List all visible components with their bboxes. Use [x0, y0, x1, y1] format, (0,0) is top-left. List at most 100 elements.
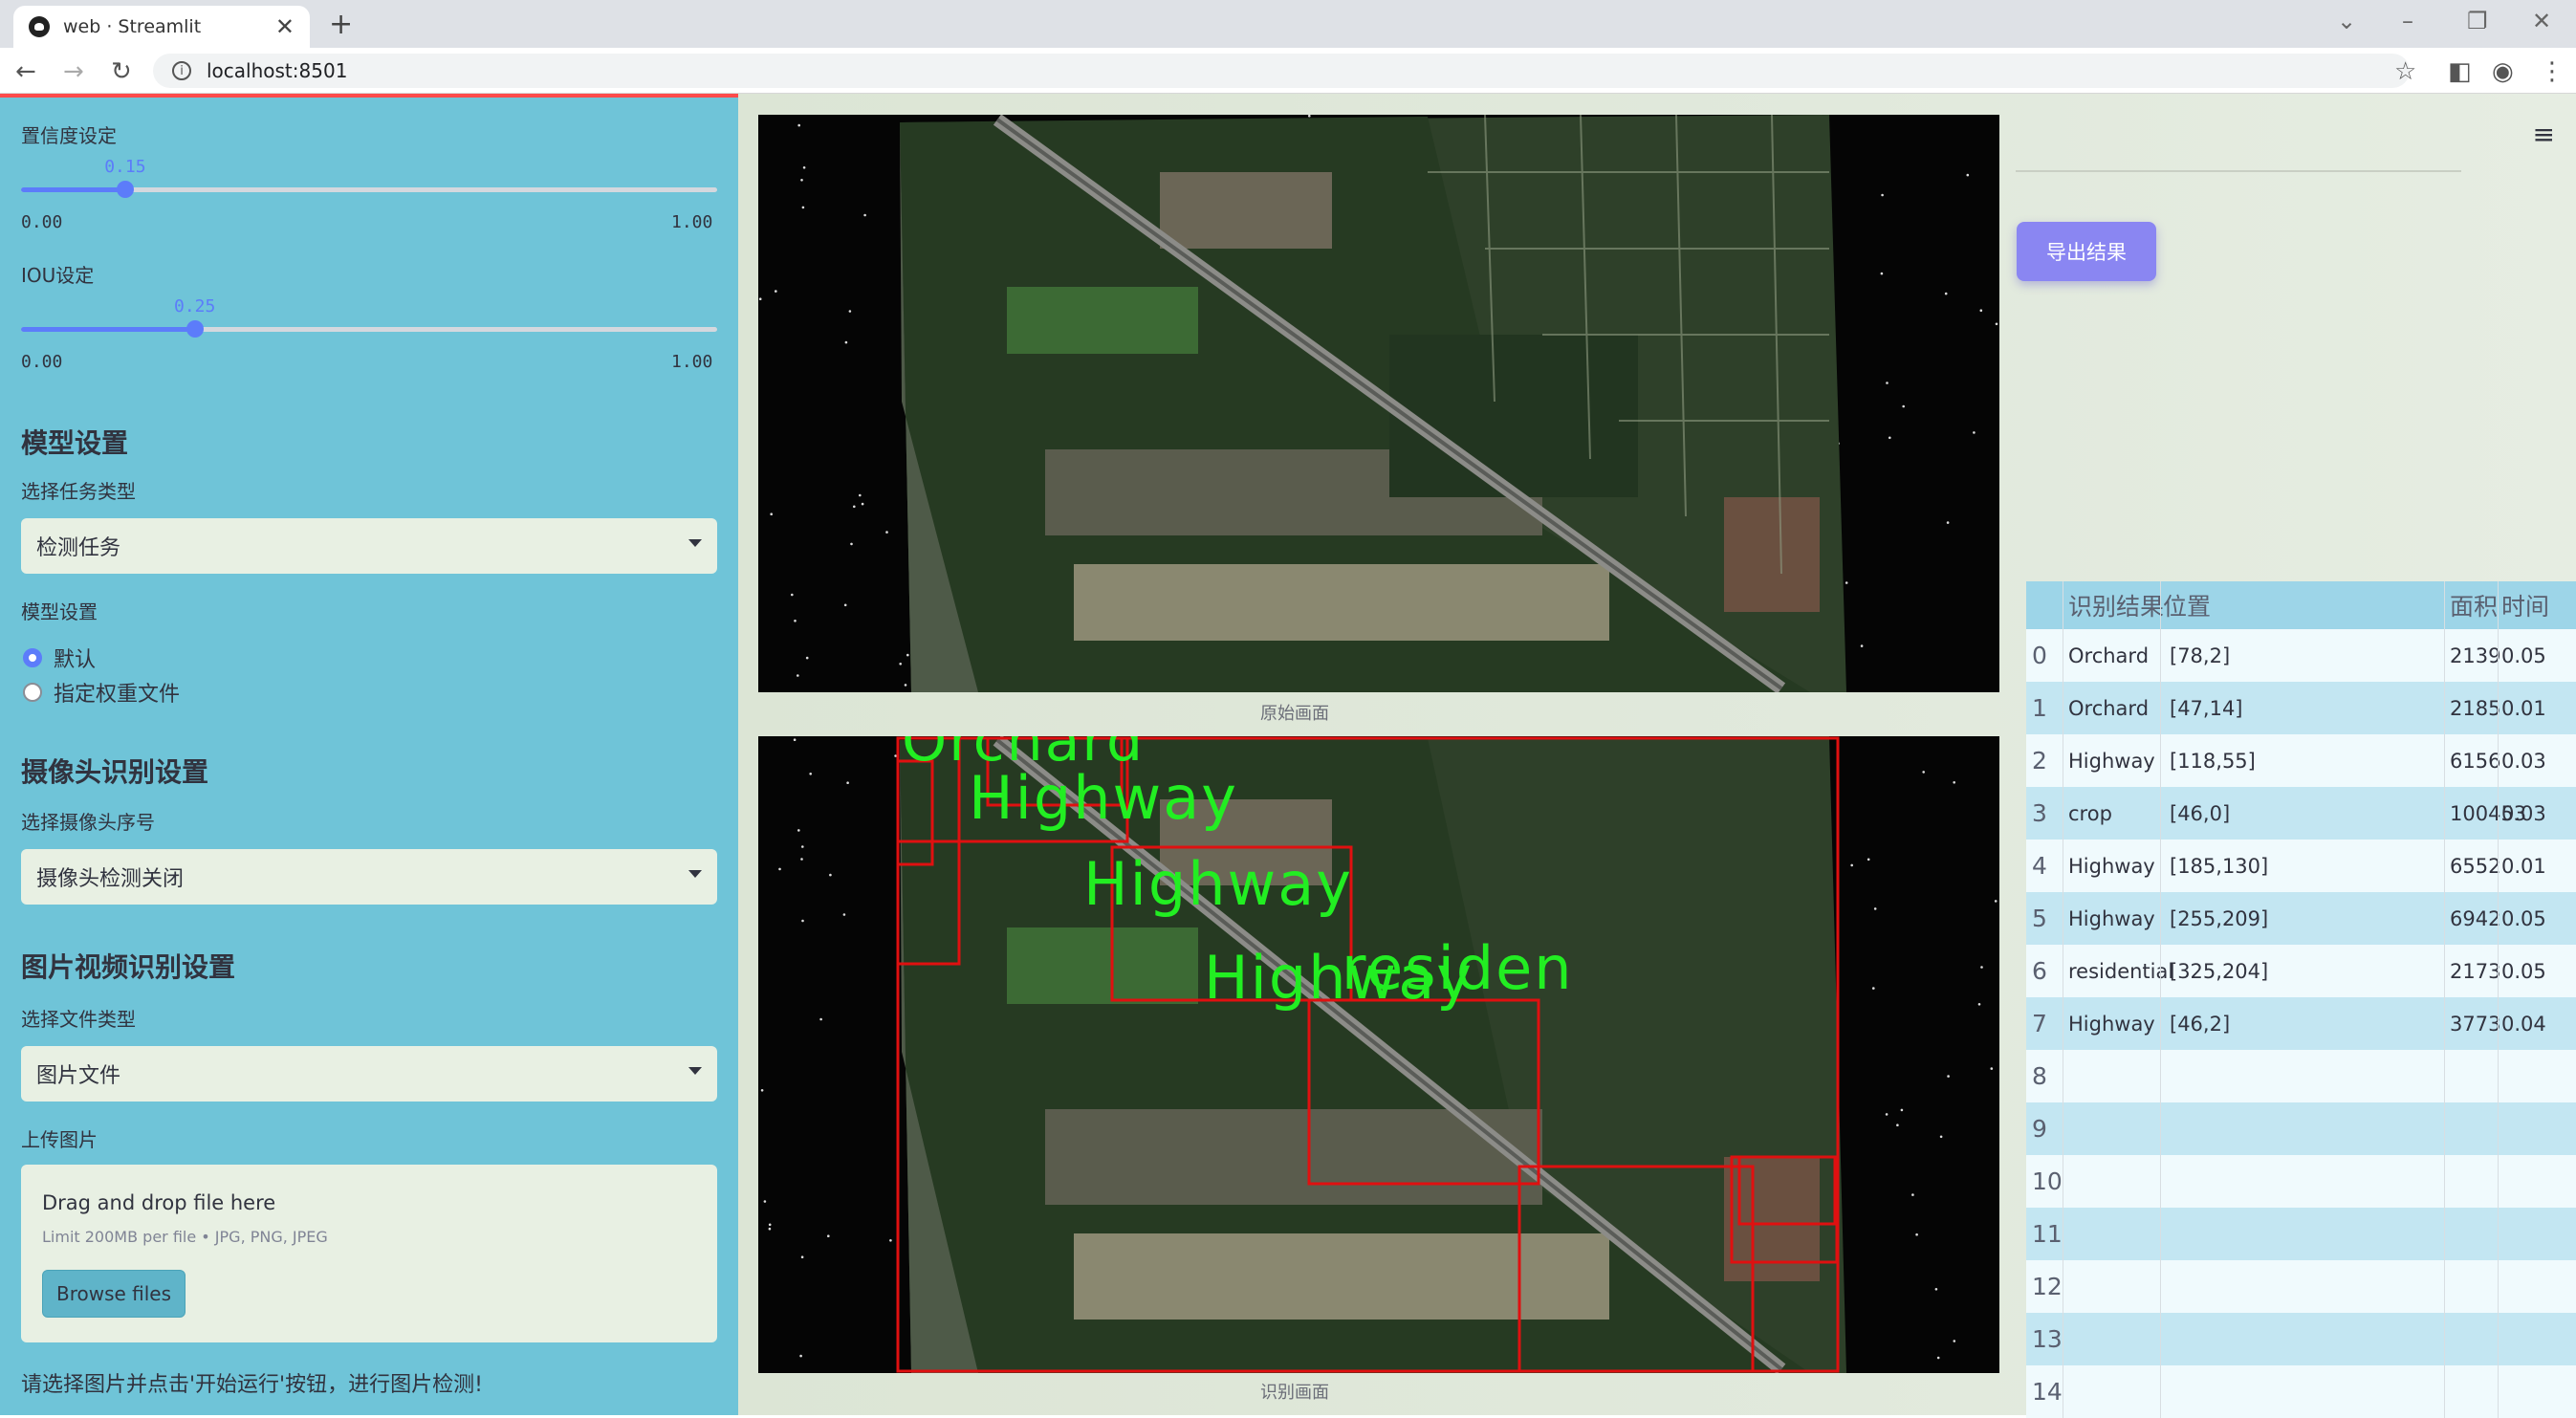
row-area: 2139	[2450, 644, 2501, 667]
row-area: 2173	[2450, 959, 2501, 983]
table-header: 识别结果 位置 面积 时间	[2026, 581, 2576, 629]
row-index: 9	[2032, 1115, 2047, 1143]
confidence-max: 1.00	[671, 212, 713, 232]
row-index: 1	[2032, 694, 2047, 722]
sidepanel-icon[interactable]: ◧	[2448, 57, 2472, 86]
results-table[interactable]: 识别结果 位置 面积 时间 0 Orchard [78,2] 2139 0.05 1 Orc…	[2026, 581, 2576, 1418]
more-icon[interactable]: ⋮	[2540, 57, 2565, 86]
column-separator	[2444, 581, 2445, 1418]
table-row[interactable]: 6 residential [325,204] 2173 0.05	[2026, 945, 2576, 997]
browser-tab[interactable]: web · Streamlit ✕	[13, 6, 310, 48]
file-type-select[interactable]: 图片文件	[21, 1046, 717, 1102]
header-time[interactable]: 时间	[2501, 588, 2549, 622]
media-section-title: 图片视频识别设置	[21, 951, 236, 983]
profile-icon[interactable]: ◉	[2492, 57, 2514, 86]
instruction-message: 请选择图片并点击'开始运行'按钮，进行图片检测!	[21, 1373, 483, 1397]
table-row[interactable]: 9	[2026, 1102, 2576, 1155]
row-index: 4	[2032, 852, 2047, 880]
confidence-slider-thumb[interactable]	[117, 181, 135, 198]
row-result: Highway	[2068, 749, 2155, 773]
camera-index-label: 选择摄像头序号	[21, 811, 155, 834]
table-row[interactable]: 7 Highway [46,2] 3773 0.04	[2026, 997, 2576, 1050]
detection-caption: 识别画面	[1260, 1383, 1329, 1403]
row-result: Highway	[2068, 854, 2155, 878]
row-area: 6942	[2450, 906, 2501, 930]
table-row[interactable]: 0 Orchard [78,2] 2139 0.05	[2026, 629, 2576, 682]
row-index: 2	[2032, 747, 2047, 774]
new-tab-icon[interactable]: +	[329, 8, 353, 41]
iou-slider[interactable]	[21, 320, 717, 338]
confidence-value: 0.15	[104, 157, 146, 177]
camera-section-title: 摄像头识别设置	[21, 756, 209, 788]
task-type-value: 检测任务	[36, 536, 121, 560]
table-row[interactable]: 12	[2026, 1260, 2576, 1313]
row-index: 8	[2032, 1062, 2047, 1090]
table-row[interactable]: 2 Highway [118,55] 6156 0.03	[2026, 734, 2576, 787]
table-row[interactable]: 8	[2026, 1050, 2576, 1102]
radio-custom-weights[interactable]: 指定权重文件	[23, 677, 180, 708]
radio-custom-label: 指定权重文件	[54, 683, 181, 707]
column-separator	[2160, 581, 2161, 1418]
hamburger-menu-icon[interactable]: ≡	[2533, 119, 2555, 150]
original-caption: 原始画面	[1260, 704, 1329, 724]
window-close-icon[interactable]: ✕	[2532, 8, 2551, 34]
iou-slider-thumb[interactable]	[186, 320, 204, 338]
row-index: 14	[2032, 1378, 2063, 1406]
table-body: 0 Orchard [78,2] 2139 0.05 1 Orchard [47,14] 218…	[2026, 629, 2576, 1418]
tab-search-chevron-icon[interactable]: ⌄	[2337, 8, 2356, 34]
confidence-slider[interactable]	[21, 181, 717, 198]
minimize-icon[interactable]: –	[2402, 8, 2413, 34]
chevron-down-icon	[688, 1067, 702, 1075]
row-index: 7	[2032, 1010, 2047, 1037]
chevron-down-icon	[688, 539, 702, 547]
row-area: 6156	[2450, 749, 2501, 773]
row-index: 6	[2032, 957, 2047, 985]
info-icon[interactable]: i	[172, 61, 191, 80]
task-type-select[interactable]: 检测任务	[21, 518, 717, 574]
row-time: 0.03	[2501, 749, 2546, 773]
overlay-label: Highway	[1083, 849, 1353, 919]
url-field[interactable]: i localhost:8501	[153, 54, 2410, 88]
camera-index-select[interactable]: 摄像头检测关闭	[21, 849, 717, 905]
row-result: Orchard	[2068, 644, 2150, 667]
header-position[interactable]: 位置	[2163, 588, 2211, 622]
upload-label: 上传图片	[21, 1128, 98, 1151]
overlay-label: Highway	[969, 763, 1238, 833]
radio-default[interactable]: 默认	[23, 643, 96, 673]
iou-max: 1.00	[671, 352, 713, 372]
chevron-down-icon	[688, 870, 702, 878]
row-position: [47,14]	[2170, 696, 2243, 720]
star-icon[interactable]: ☆	[2394, 57, 2416, 86]
row-result: Highway	[2068, 906, 2155, 930]
table-row[interactable]: 4 Highway [185,130] 6552 0.01	[2026, 840, 2576, 892]
table-row[interactable]: 11	[2026, 1208, 2576, 1260]
row-time: 0.01	[2501, 854, 2546, 878]
row-position: [78,2]	[2170, 644, 2231, 667]
tab-close-icon[interactable]: ✕	[275, 13, 295, 40]
file-dropzone[interactable]: Drag and drop file here Limit 200MB per …	[21, 1165, 717, 1342]
reload-icon[interactable]: ↻	[111, 57, 132, 86]
radio-checked-icon	[23, 648, 42, 667]
row-index: 5	[2032, 905, 2047, 932]
table-row[interactable]: 14	[2026, 1365, 2576, 1418]
tab-title: web · Streamlit	[63, 16, 202, 37]
forward-icon[interactable]: →	[63, 57, 84, 86]
table-row[interactable]: 13	[2026, 1313, 2576, 1365]
header-area[interactable]: 面积	[2450, 588, 2498, 622]
export-results-button[interactable]: 导出结果	[2017, 222, 2156, 281]
iou-value: 0.25	[174, 296, 216, 316]
row-position: [118,55]	[2170, 749, 2256, 773]
back-icon[interactable]: ←	[15, 57, 36, 86]
table-row[interactable]: 3 crop [46,0] 100453 0.03	[2026, 787, 2576, 840]
table-row[interactable]: 10	[2026, 1155, 2576, 1208]
satellite-image-original	[758, 115, 1999, 692]
browse-files-button[interactable]: Browse files	[42, 1270, 186, 1318]
row-time: 0.05	[2501, 644, 2546, 667]
restore-icon[interactable]: ❐	[2467, 8, 2488, 34]
confidence-label: 置信度设定	[21, 124, 117, 147]
table-row[interactable]: 5 Highway [255,209] 6942 0.05	[2026, 892, 2576, 945]
header-result[interactable]: 识别结果	[2068, 588, 2164, 622]
table-row[interactable]: 1 Orchard [47,14] 2185 0.01	[2026, 682, 2576, 734]
row-area: 3773	[2450, 1012, 2501, 1036]
detection-image: Orchard Highway Highway Highway residen	[758, 736, 1999, 1373]
